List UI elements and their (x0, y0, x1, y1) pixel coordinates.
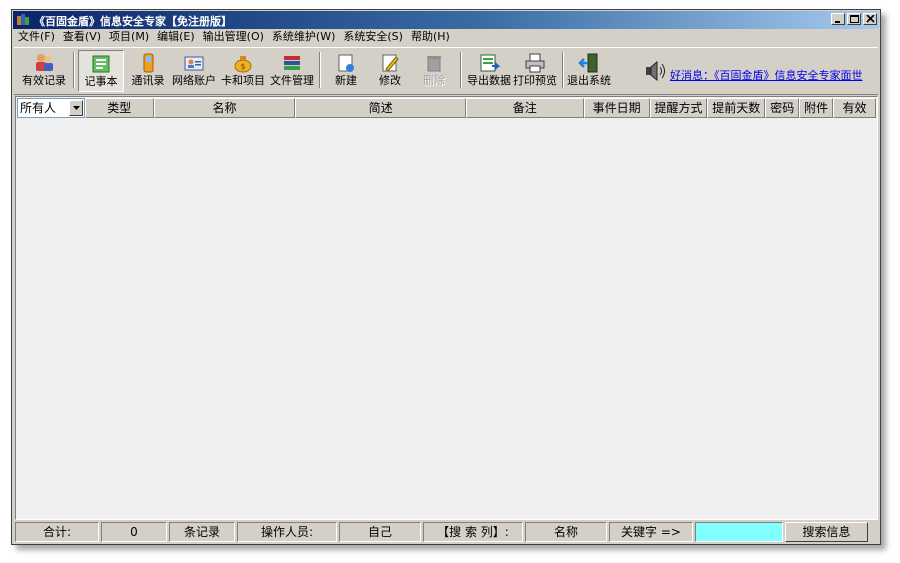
app-shield-icon (17, 14, 29, 26)
id-card-icon (184, 56, 204, 71)
records-grid[interactable]: 所有人 类型 名称 简述 备注 事件日期 提醒方式 提前天数 密码 附件 有效 (15, 96, 878, 520)
main-window: 《百固金盾》信息安全专家【免注册版】 文件(F) 查看(V) 项目(M) 编辑(… (11, 9, 881, 545)
keyword-input[interactable] (695, 522, 783, 542)
coin-bag-icon: $ (234, 56, 252, 73)
menu-file[interactable]: 文件(F) (14, 29, 59, 45)
column-header-days-before[interactable]: 提前天数 (707, 98, 766, 118)
owner-filter-select[interactable]: 所有人 (17, 98, 85, 118)
cards-button[interactable]: $ 卡和项目 (218, 50, 268, 92)
trash-icon (427, 56, 441, 72)
close-icon (866, 15, 875, 23)
keyword-label: 关键字 => (609, 522, 693, 542)
column-header-event-date[interactable]: 事件日期 (583, 98, 650, 118)
file-mgmt-button[interactable]: 文件管理 (268, 50, 316, 92)
search-column-label: 【搜 索 列】: (423, 522, 523, 542)
record-count: 0 (101, 522, 167, 542)
search-button[interactable]: 搜索信息 (785, 522, 868, 542)
export-sheet-icon (480, 54, 500, 72)
records-unit-label: 条记录 (169, 522, 235, 542)
column-header-type[interactable]: 类型 (84, 98, 154, 118)
edit-pencil-icon (382, 54, 399, 72)
news-banner: 好消息：《百固金盾》信息安全专家面世 (644, 59, 863, 85)
owner-filter-value: 所有人 (20, 101, 57, 115)
menu-view[interactable]: 查看(V) (59, 29, 105, 45)
new-document-icon (338, 54, 354, 72)
menu-bar: 文件(F) 查看(V) 项目(M) 编辑(E) 输出管理(O) 系统维护(W) … (14, 29, 878, 45)
people-icon (36, 54, 53, 71)
close-button[interactable] (863, 13, 877, 25)
column-header-attachment[interactable]: 附件 (799, 98, 834, 118)
web-accounts-button[interactable]: 网络账户 (170, 50, 218, 92)
export-button[interactable]: 导出数据 (466, 50, 512, 92)
phone-icon (143, 53, 154, 73)
maximize-icon (850, 15, 859, 23)
column-header-password[interactable]: 密码 (765, 98, 800, 118)
status-bar: 合计: 0 条记录 操作人员: 自己 【搜 索 列】: 名称 关键字 => 搜索… (15, 522, 878, 542)
exit-door-icon (578, 53, 598, 73)
operator-value: 自己 (339, 522, 421, 542)
edit-button[interactable]: 修改 (370, 50, 410, 92)
minimize-button[interactable] (831, 13, 845, 25)
menu-project[interactable]: 项目(M) (105, 29, 153, 45)
exit-button[interactable]: 退出系统 (566, 50, 612, 92)
operator-label: 操作人员: (237, 522, 337, 542)
menu-edit[interactable]: 编辑(E) (153, 29, 199, 45)
print-preview-button[interactable]: 打印预览 (512, 50, 558, 92)
column-header-reminder[interactable]: 提醒方式 (649, 98, 708, 118)
menu-help[interactable]: 帮助(H) (407, 29, 454, 45)
toolbar: 有效记录 记事本 通讯录 网络账户 $ 卡和项目 文件管理 新建 修改 删除 导… (14, 47, 878, 95)
menu-security[interactable]: 系统安全(S) (339, 29, 407, 45)
column-header-notes[interactable]: 备注 (465, 98, 584, 118)
valid-records-button[interactable]: 有效记录 (19, 50, 69, 92)
menu-output[interactable]: 输出管理(O) (199, 29, 268, 45)
grid-header: 所有人 类型 名称 简述 备注 事件日期 提醒方式 提前天数 密码 附件 有效 (17, 98, 876, 118)
menu-maintenance[interactable]: 系统维护(W) (268, 29, 339, 45)
contacts-button[interactable]: 通讯录 (126, 50, 170, 92)
new-button[interactable]: 新建 (326, 50, 366, 92)
notebook-button[interactable]: 记事本 (78, 50, 124, 92)
notebook-icon (92, 55, 110, 73)
delete-button[interactable]: 删除 (414, 50, 454, 92)
column-header-name[interactable]: 名称 (153, 98, 296, 118)
svg-text:$: $ (240, 62, 245, 71)
speaker-icon (646, 60, 665, 82)
column-header-valid[interactable]: 有效 (833, 98, 876, 118)
news-link[interactable]: 好消息：《百固金盾》信息安全专家面世 (670, 67, 863, 83)
chevron-down-icon (72, 106, 80, 110)
total-label: 合计: (15, 522, 99, 542)
column-header-summary[interactable]: 简述 (295, 98, 466, 118)
books-icon (284, 56, 300, 70)
maximize-button[interactable] (847, 13, 861, 25)
minimize-icon (835, 21, 840, 23)
title-bar[interactable]: 《百固金盾》信息安全专家【免注册版】 (13, 11, 879, 29)
dropdown-arrow-button[interactable] (68, 100, 83, 116)
search-column-select[interactable]: 名称 (525, 522, 607, 542)
printer-icon (525, 53, 545, 73)
window-title: 《百固金盾》信息安全专家【免注册版】 (34, 15, 232, 28)
